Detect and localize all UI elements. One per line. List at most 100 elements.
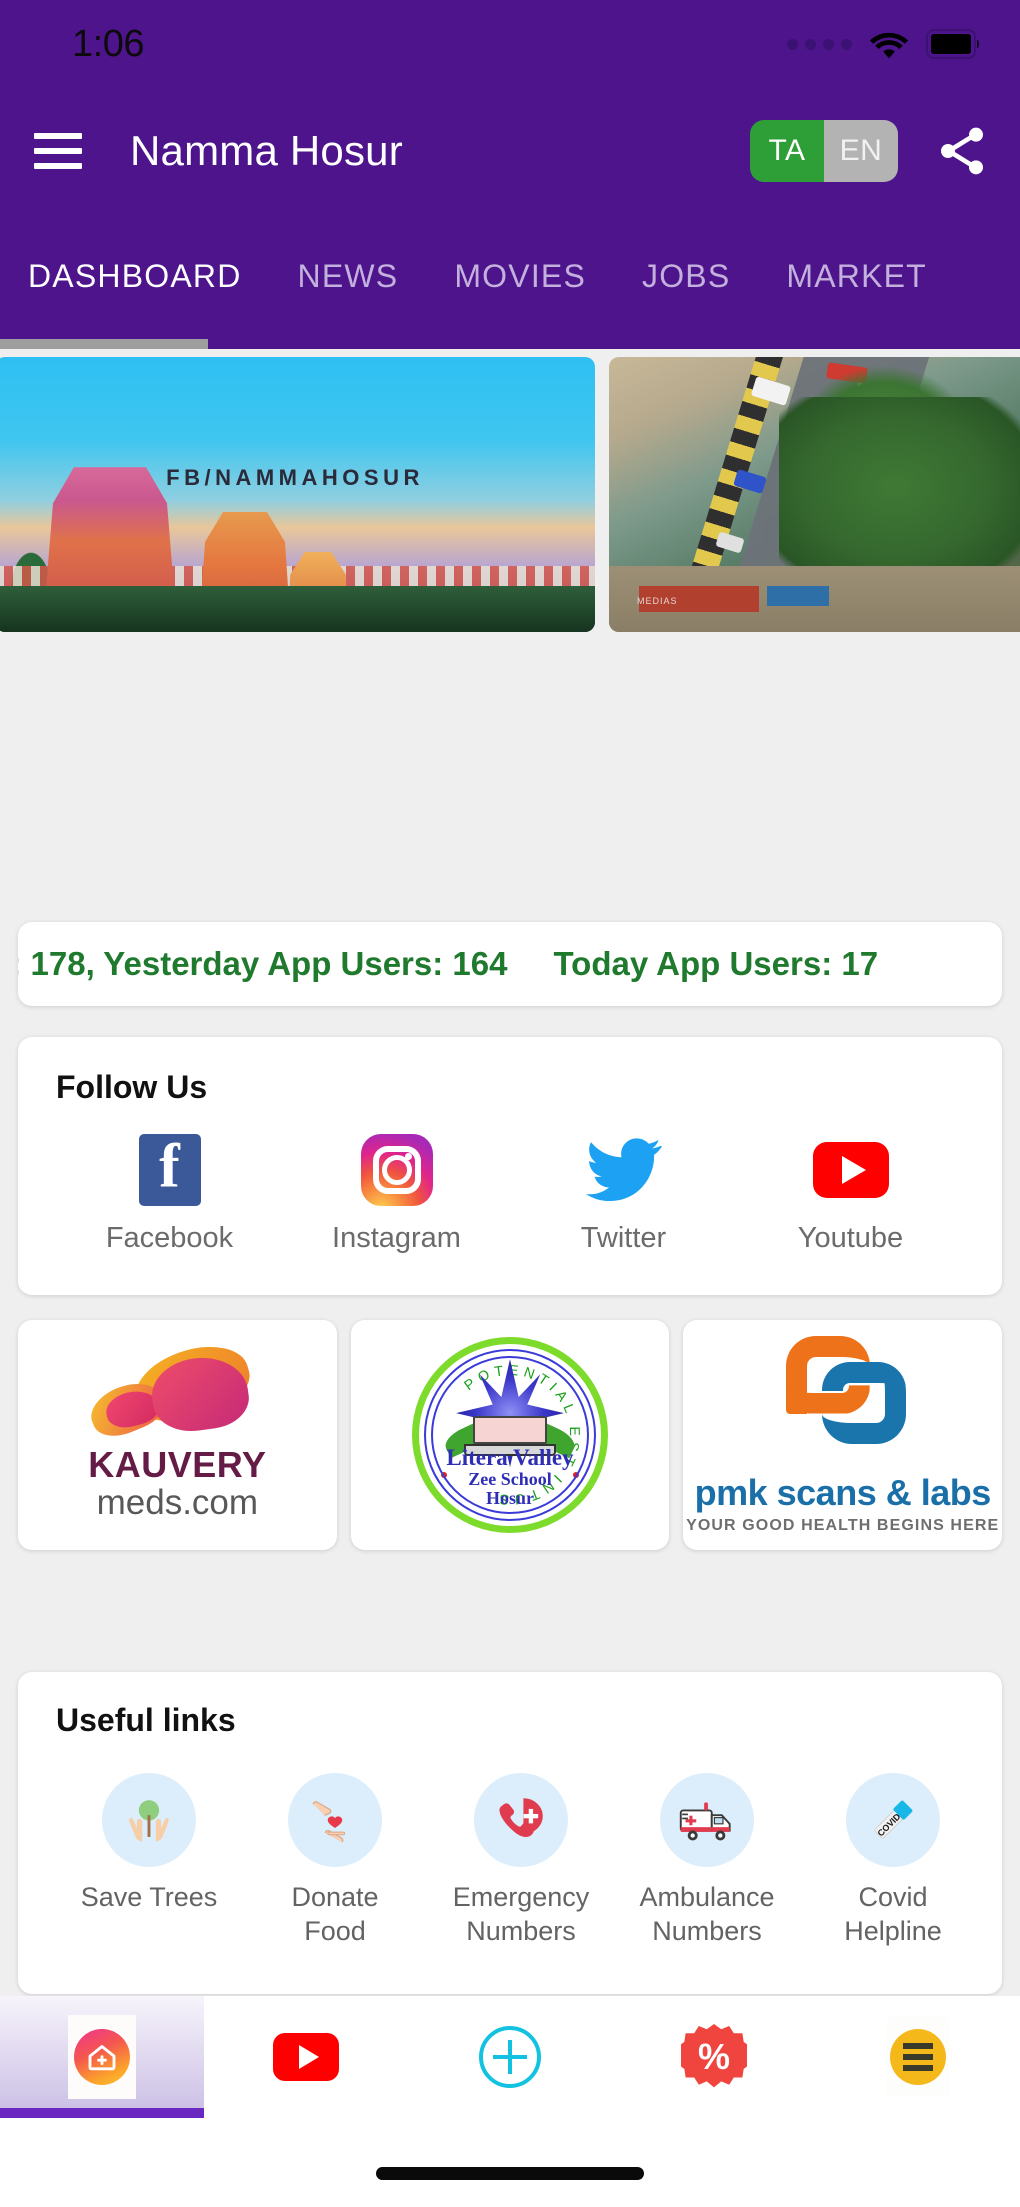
language-toggle[interactable]: TA EN [750, 119, 898, 182]
carousel-watermark: FB/NAMMAHOSUR [166, 465, 424, 490]
emergency-phone-icon [474, 1773, 568, 1867]
sponsor-subtitle: Zee School [468, 1469, 552, 1490]
sponsor-card-litera-valley[interactable]: POTENTIAL EST INTUS Litera Valley Zee Sc… [350, 1320, 670, 1550]
social-label: Facebook [105, 1222, 234, 1254]
signal-dots-icon [787, 38, 852, 50]
bottom-navigation-bar: % [0, 1996, 1020, 2118]
sponsor-card-pmk[interactable]: pmk scans & labs YOUR GOOD HEALTH BEGINS… [683, 1320, 1003, 1550]
useful-links-card: Useful links Save Trees Donate Food Emer… [18, 1672, 1002, 1994]
carousel-slide-2[interactable]: MEDIAS [609, 357, 1020, 632]
instagram-icon [359, 1132, 435, 1208]
watermark-text: MEDIAS [637, 596, 678, 606]
sponsor-name-block: Litera Valley Zee School Hosur [419, 1446, 601, 1508]
tab-movies[interactable]: MOVIES [454, 258, 586, 295]
kauvery-butterfly-logo [82, 1334, 272, 1444]
social-link-instagram[interactable]: Instagram [283, 1132, 510, 1255]
bottom-nav-add[interactable] [408, 1996, 612, 2118]
useful-link-ambulance-numbers[interactable]: Ambulance Numbers [614, 1773, 800, 1949]
sponsor-card-kauvery[interactable]: KAUVERY meds.com [18, 1320, 337, 1550]
youtube-icon [273, 2033, 339, 2081]
social-link-facebook[interactable]: Facebook [56, 1132, 283, 1255]
list-menu-icon [887, 2017, 949, 2097]
app-title: Namma Hosur [130, 126, 403, 174]
bottom-nav-home[interactable] [0, 1996, 204, 2118]
sponsor-tagline: YOUR GOOD HEALTH BEGINS HERE [686, 1516, 1000, 1534]
tab-scrollbar[interactable] [0, 339, 208, 349]
useful-link-label: Covid Helpline [844, 1882, 942, 1946]
share-icon[interactable] [934, 123, 990, 179]
useful-link-label: Ambulance Numbers [639, 1882, 775, 1946]
sponsor-cards: KAUVERY meds.com POTENTIAL EST INTUS Lit… [18, 1320, 1003, 1550]
useful-link-label: Donate Food [291, 1882, 379, 1946]
youtube-icon [812, 1132, 889, 1208]
useful-links-row[interactable]: Save Trees Donate Food Emergency Numbers… [56, 1773, 1002, 1949]
treeline-decor [0, 586, 595, 632]
follow-us-title: Follow Us [56, 1069, 208, 1105]
useful-link-donate-food[interactable]: Donate Food [242, 1773, 428, 1949]
roof-decor [767, 586, 829, 606]
star-decor [456, 1359, 564, 1468]
app-bar: Namma Hosur TA EN [0, 88, 1020, 213]
sponsor-subtitle-2: Hosur [485, 1488, 534, 1509]
social-links-row: Facebook Instagram Twitter Youtube [56, 1132, 964, 1255]
ticker-text: s: 178, Yesterday App Users: 164 Today Ap… [18, 945, 878, 983]
status-bar: 1:06 [0, 0, 1020, 88]
useful-link-label: Save Trees [80, 1882, 218, 1912]
plus-circle-icon [479, 2026, 541, 2088]
tab-dashboard[interactable]: DASHBOARD [28, 258, 242, 295]
language-option-ta[interactable]: TA [750, 119, 824, 182]
hamburger-menu-icon[interactable] [34, 124, 88, 178]
laptop-decor [464, 1415, 556, 1462]
sponsor-subtitle: meds.com [96, 1482, 259, 1522]
ticker-trailing: Today App Users: 17 [553, 945, 879, 982]
follow-us-card: Follow Us Facebook Instagram Twitter You… [18, 1037, 1002, 1295]
carousel-watermark-2: MEDIAS [637, 596, 678, 606]
tab-news[interactable]: NEWS [298, 258, 399, 295]
useful-link-covid-helpline[interactable]: COVID Covid Helpline [800, 1773, 986, 1949]
pmk-cross-logo [778, 1335, 908, 1462]
battery-icon [926, 29, 982, 59]
status-time: 1:06 [72, 22, 144, 65]
wifi-icon [866, 26, 912, 62]
covid-test-icon: COVID [846, 1773, 940, 1867]
carousel-slide-1[interactable]: FB/NAMMAHOSUR [0, 357, 595, 632]
home-indicator[interactable] [376, 2167, 644, 2180]
bottom-nav-list[interactable] [816, 1996, 1020, 2118]
bottom-safe-area [0, 2118, 1020, 2207]
image-carousel[interactable]: FB/NAMMAHOSUR MEDIAS [0, 357, 1020, 632]
hand-giving-heart-icon [288, 1773, 382, 1867]
home-icon [68, 2015, 136, 2099]
app-bar-actions: TA EN [750, 119, 990, 182]
app-screen: 1:06 Namma Hosur TA EN DASHBOARD NEWS MO… [0, 0, 1020, 2207]
sponsor-name: pmk scans & labs [694, 1471, 992, 1513]
sponsor-name: KAUVERY [88, 1443, 267, 1485]
ambulance-icon [660, 1773, 754, 1867]
tab-bar: DASHBOARD NEWS MOVIES JOBS MARKET [0, 213, 1020, 339]
hands-holding-tree-icon [102, 1773, 196, 1867]
leaf-decor [441, 1419, 492, 1458]
social-label: Instagram [332, 1222, 461, 1254]
tab-market[interactable]: MARKET [786, 258, 927, 295]
social-label: Twitter [580, 1222, 667, 1254]
twitter-icon [585, 1132, 662, 1208]
sponsor-name: Litera Valley [446, 1445, 574, 1471]
leaf-decor [528, 1419, 579, 1458]
app-users-ticker[interactable]: s: 178, Yesterday App Users: 164 Today Ap… [18, 922, 1002, 1006]
social-link-youtube[interactable]: Youtube [737, 1132, 964, 1255]
litera-valley-seal-logo: POTENTIAL EST INTUS Litera Valley Zee Sc… [412, 1337, 608, 1533]
bottom-nav-offers[interactable]: % [612, 1996, 816, 2118]
language-option-en[interactable]: EN [824, 119, 898, 182]
seal-ring-text: POTENTIAL EST INTUS [435, 1360, 585, 1510]
tab-jobs[interactable]: JOBS [642, 258, 730, 295]
social-label: Youtube [797, 1222, 904, 1254]
bottom-nav-youtube[interactable] [204, 1996, 408, 2118]
useful-link-emergency-numbers[interactable]: Emergency Numbers [428, 1773, 614, 1949]
useful-link-label: Emergency Numbers [452, 1882, 590, 1946]
social-link-twitter[interactable]: Twitter [510, 1132, 737, 1255]
useful-link-save-trees[interactable]: Save Trees [56, 1773, 242, 1949]
offers-discount-icon: % [681, 2024, 747, 2088]
useful-links-title: Useful links [56, 1702, 236, 1738]
ticker-leading: s: 178, Yesterday App Users: 164 [18, 945, 508, 982]
facebook-icon [132, 1132, 208, 1208]
status-indicators [787, 26, 982, 62]
